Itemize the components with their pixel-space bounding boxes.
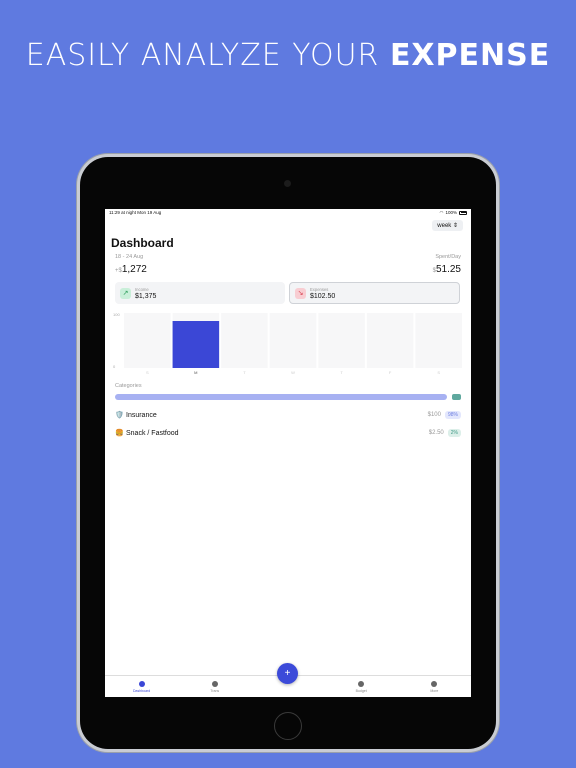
period-selector[interactable]: week ⇕ <box>432 220 463 231</box>
expenses-card[interactable]: ↘ Expenses $102.50 <box>289 282 460 304</box>
wifi-icon: ◠ <box>439 209 444 215</box>
y-tick-label: 100 <box>113 312 120 317</box>
bar-slot <box>318 313 365 368</box>
x-tick-label: M <box>194 370 197 375</box>
y-tick-label: 0 <box>113 364 116 369</box>
spent-per-day-label: Spent/Day <box>435 254 461 260</box>
income-amount: $1,375 <box>135 292 157 300</box>
category-name: Snack / Fastfood <box>126 429 179 437</box>
status-bar: 11:29 at night Mon 19 Aug ◠ 100% <box>105 209 471 216</box>
category-name: Insurance <box>126 411 157 419</box>
net-total-prefix: +$ <box>115 268 122 274</box>
income-card[interactable]: ↗ Income $1,375 <box>115 282 285 304</box>
category-amount: $2.50 <box>428 430 444 436</box>
burger-icon: 🍔 <box>115 430 124 437</box>
category-amount: $100 <box>427 412 441 418</box>
bar-slot <box>269 313 317 368</box>
x-tick-label: T <box>243 370 246 375</box>
tab-label: Dashboard <box>133 688 151 693</box>
arrow-down-right-icon: ↘ <box>295 287 306 299</box>
pie-chart-icon <box>138 680 145 687</box>
net-total: +$1,272 <box>115 264 147 275</box>
spent-per-day: $51.25 <box>433 264 461 275</box>
chart-bar[interactable] <box>172 321 220 368</box>
category-bar-insurance <box>115 394 447 400</box>
wallet-icon <box>358 680 365 687</box>
period-value: week <box>437 223 452 229</box>
add-transaction-button[interactable]: + <box>277 663 298 684</box>
x-tick-label: W <box>291 370 295 375</box>
status-time: 11:29 at night <box>109 210 136 215</box>
tab-dashboard[interactable]: Dashboard <box>122 680 162 693</box>
x-tick-label: T <box>340 370 343 375</box>
tab-label: Trans <box>210 688 220 693</box>
x-tick-label: F <box>389 370 392 375</box>
categories-label: Categories <box>115 383 142 389</box>
weekly-bar-chart: 100 0 S M T W T F S <box>113 312 462 375</box>
bar-slot <box>415 313 462 368</box>
expenses-label: Expenses <box>310 286 329 292</box>
battery-icon <box>459 210 467 215</box>
category-bar-snack <box>452 394 461 400</box>
x-tick-label: S <box>146 370 149 375</box>
income-label: Income <box>135 286 149 292</box>
ipad-frame: 11:29 at night Mon 19 Aug ◠ 100% week ⇕ … <box>80 157 496 749</box>
category-percent: 2% <box>447 429 461 437</box>
bar-slot <box>124 313 171 368</box>
tab-label: Budget <box>355 688 367 693</box>
more-icon <box>431 680 438 687</box>
camera-icon <box>284 180 291 187</box>
app-screen: 11:29 at night Mon 19 Aug ◠ 100% week ⇕ … <box>105 209 471 697</box>
headline-emphasis: EXPENSE <box>389 38 551 73</box>
tab-trans[interactable]: Trans <box>195 680 235 693</box>
arrow-up-right-icon: ↗ <box>120 287 131 299</box>
search-icon <box>211 680 218 687</box>
date-range: 18 - 24 Aug <box>115 254 144 260</box>
headline-prefix: EASILY ANALYZE YOUR <box>25 38 380 73</box>
bar-slot <box>221 313 268 368</box>
tab-more[interactable]: More <box>414 680 454 693</box>
headline: EASILY ANALYZE YOUR EXPENSE <box>0 38 576 73</box>
status-date: Mon 19 Aug <box>137 210 162 215</box>
spent-per-day-value: 51.25 <box>435 264 461 275</box>
category-percent: 98% <box>444 411 461 419</box>
chevron-updown-icon: ⇕ <box>452 223 458 229</box>
battery-percent: 100% <box>445 210 457 215</box>
shield-icon: 🛡️ <box>115 412 124 419</box>
category-row-snack[interactable]: 🍔 Snack / Fastfood $2.50 2% <box>115 427 461 439</box>
category-row-insurance[interactable]: 🛡️ Insurance $100 98% <box>115 409 461 421</box>
home-button[interactable] <box>274 712 302 740</box>
x-tick-label: S <box>437 370 440 375</box>
page-title: Dashboard <box>111 236 174 250</box>
net-total-value: 1,272 <box>121 264 147 275</box>
bar-slot <box>366 313 414 368</box>
tab-label: More <box>430 688 439 693</box>
tab-budget[interactable]: Budget <box>341 680 381 693</box>
expenses-amount: $102.50 <box>310 292 336 300</box>
